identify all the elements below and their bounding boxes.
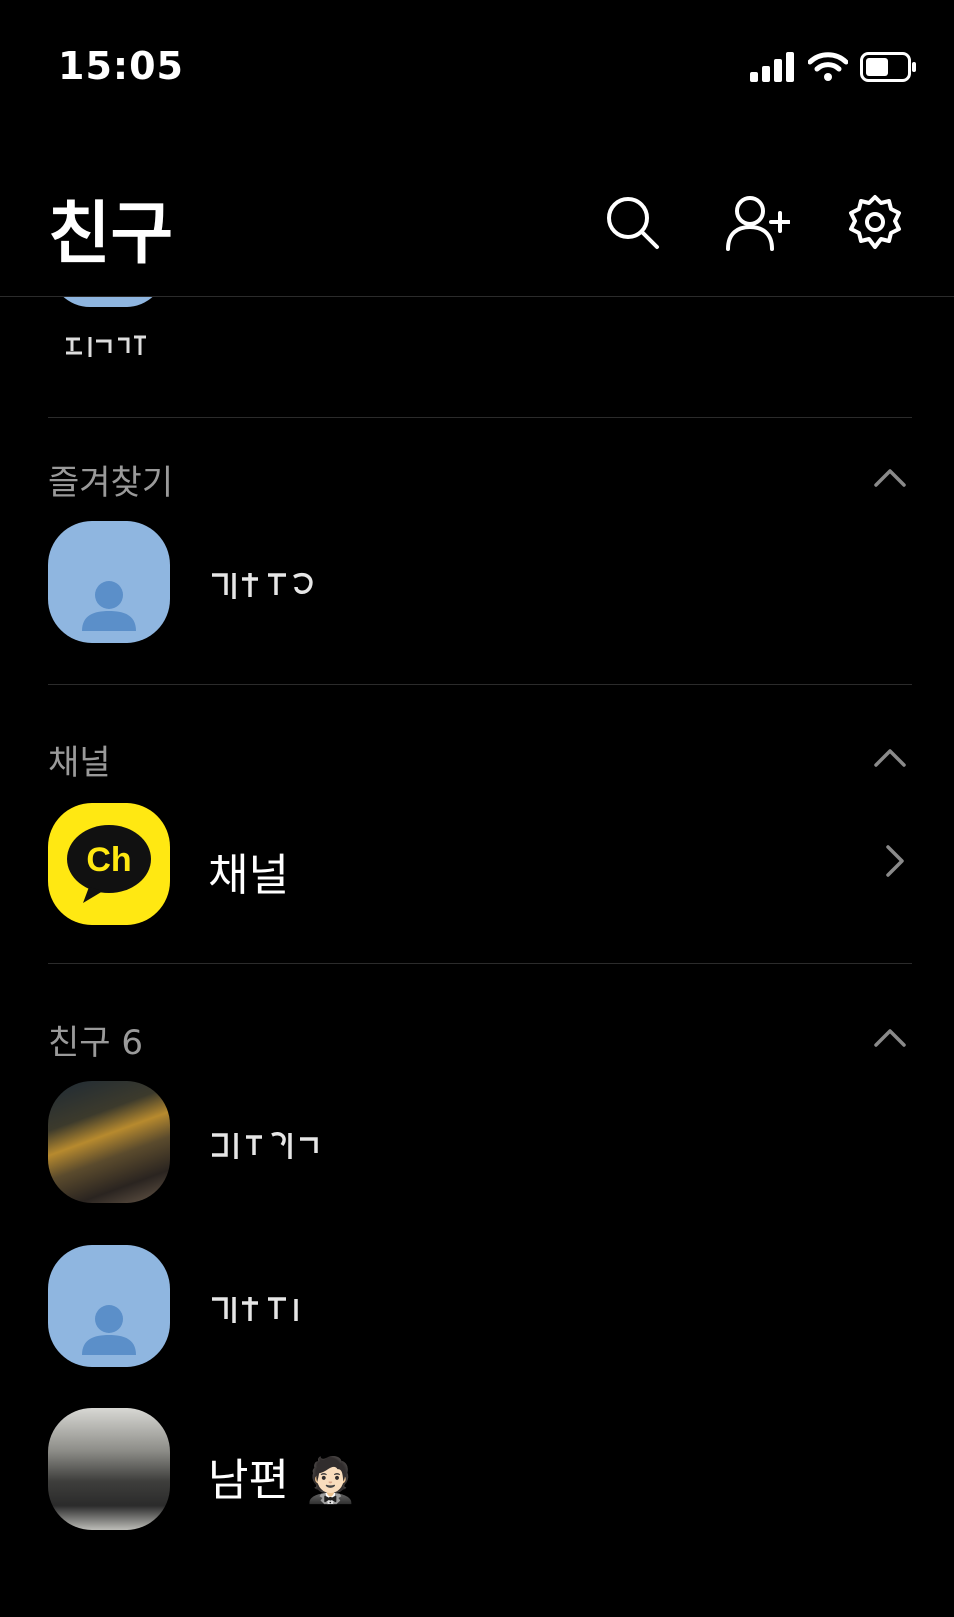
chevron-up-icon <box>874 749 906 767</box>
status-bar: 15:05 <box>0 0 954 140</box>
battery-icon <box>860 52 916 82</box>
default-profile-icon <box>82 1305 136 1355</box>
favorites-section-header: 즐겨찾기 <box>0 447 954 507</box>
search-button[interactable] <box>598 188 668 258</box>
favorite-friend-row[interactable] <box>0 505 954 655</box>
default-profile-icon <box>82 581 136 631</box>
channel-section-header: 채널 <box>0 727 954 787</box>
page-title: 친구 <box>48 195 174 274</box>
settings-icon <box>849 195 901 249</box>
friends-list-scroll[interactable]: 즐겨찾기 채널 Ch 채널 친구 6 남편 🤵🏻 <box>0 297 954 1617</box>
channel-section-title: 채널 <box>48 743 111 783</box>
status-icons <box>750 52 918 82</box>
friend-row[interactable]: 남편 🤵🏻 <box>0 1392 954 1542</box>
wifi-icon <box>808 52 848 81</box>
channel-collapse-button[interactable] <box>868 735 912 779</box>
channel-row[interactable]: Ch 채널 <box>0 787 954 937</box>
avatar <box>48 521 170 643</box>
channel-logo-text: Ch <box>86 841 131 879</box>
channel-label: 채널 <box>208 850 289 901</box>
redacted-name <box>66 335 146 357</box>
friend-row[interactable] <box>0 1229 954 1379</box>
search-icon <box>607 197 659 249</box>
channel-bubble-icon: Ch <box>67 825 151 903</box>
chevron-up-icon <box>874 1029 906 1047</box>
add-friend-button[interactable] <box>722 188 792 258</box>
signal-icon <box>750 52 794 82</box>
status-time: 15:05 <box>58 44 184 88</box>
friends-collapse-button[interactable] <box>868 1015 912 1059</box>
redacted-name <box>212 1132 318 1159</box>
channel-logo: Ch <box>48 803 170 925</box>
settings-button[interactable] <box>840 188 910 258</box>
divider <box>48 417 912 418</box>
friend-photo-avatar <box>48 1081 170 1203</box>
redacted-name <box>212 1297 298 1323</box>
add-friend-icon <box>726 196 790 251</box>
favorites-collapse-button[interactable] <box>868 455 912 499</box>
friend-name: 남편 🤵🏻 <box>208 1455 358 1506</box>
app-header: 친구 <box>0 140 954 297</box>
chevron-up-icon <box>874 469 906 487</box>
redacted-name <box>212 572 313 599</box>
chevron-right-icon <box>886 845 904 877</box>
friends-section-title: 친구 6 <box>48 1023 143 1063</box>
friend-photo-avatar <box>48 1408 170 1530</box>
friends-section-header: 친구 6 <box>0 1007 954 1067</box>
divider <box>48 963 912 964</box>
friend-row[interactable] <box>0 1065 954 1215</box>
avatar <box>48 1245 170 1367</box>
friends-screen: 15:05 친구 즐겨찾기 채널 Ch 채널 친구 6 남편 🤵🏻 <box>0 0 954 1617</box>
my-profile-row[interactable] <box>0 297 954 417</box>
my-profile-avatar <box>50 297 166 307</box>
divider <box>48 684 912 685</box>
favorites-section-title: 즐겨찾기 <box>48 463 174 503</box>
